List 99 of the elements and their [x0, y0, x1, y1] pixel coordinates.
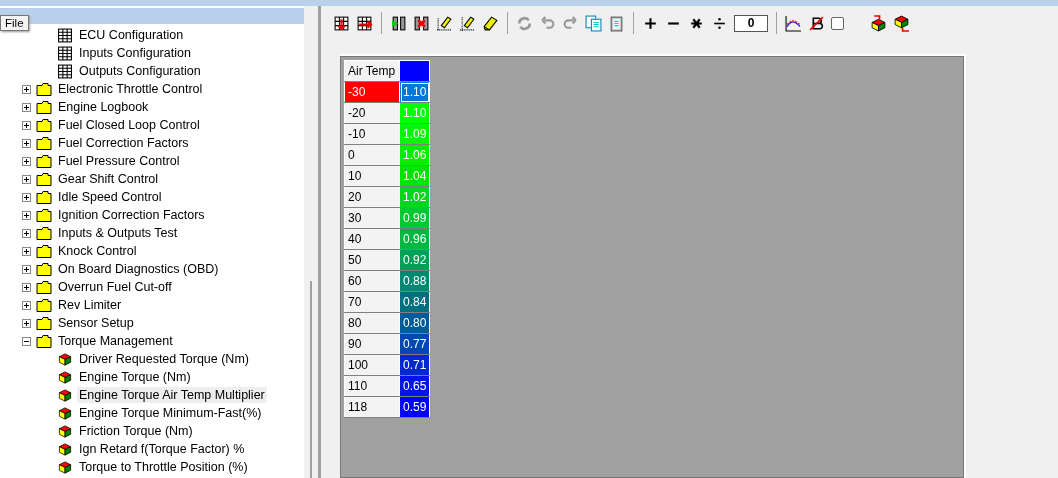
- expand-toggle-icon[interactable]: [22, 264, 31, 274]
- expand-toggle-icon[interactable]: [22, 282, 31, 292]
- axis-cell[interactable]: 50: [344, 249, 400, 271]
- eraser-icon[interactable]: [482, 14, 499, 32]
- tree-item[interactable]: Knock Control: [56, 243, 139, 259]
- expand-toggle-icon[interactable]: [22, 336, 31, 346]
- tree-item[interactable]: Rev Limiter: [56, 297, 124, 313]
- tree-item[interactable]: Engine Torque (Nm): [77, 369, 193, 385]
- expand-toggle-icon[interactable]: [22, 228, 31, 238]
- folder-icon: [36, 315, 52, 331]
- axis-cell[interactable]: 60: [344, 270, 400, 292]
- tree-item[interactable]: Idle Speed Control: [56, 189, 164, 205]
- expand-toggle-icon[interactable]: [22, 138, 31, 148]
- tree-item[interactable]: Overrun Fuel Cut-off: [56, 279, 174, 295]
- axis-cell[interactable]: 90: [344, 333, 400, 355]
- insert-row-icon[interactable]: [333, 14, 350, 32]
- folder-icon: [36, 189, 52, 205]
- axis-cell[interactable]: 118: [344, 396, 400, 418]
- axis-cell[interactable]: 0: [344, 144, 400, 166]
- tree-item[interactable]: Fuel Correction Factors: [56, 135, 191, 151]
- value-input-field[interactable]: 0: [734, 14, 768, 32]
- table-icon: [57, 63, 73, 79]
- folder-icon: [36, 117, 52, 133]
- tree-item[interactable]: Ignition Correction Factors: [56, 207, 207, 223]
- insert-column-icon[interactable]: [356, 14, 373, 32]
- checkbox[interactable]: [831, 16, 844, 30]
- cube-arrow-icon[interactable]: [870, 14, 887, 32]
- tree-item[interactable]: Driver Requested Torque (Nm): [77, 351, 251, 367]
- tree-item[interactable]: Engine Logbook: [56, 99, 151, 115]
- folder-icon: [36, 81, 52, 97]
- axis-cell[interactable]: 70: [344, 291, 400, 313]
- axis-cell[interactable]: 30: [344, 207, 400, 229]
- expand-toggle-icon[interactable]: [22, 318, 31, 328]
- folder-icon: [36, 261, 52, 277]
- tree-item[interactable]: Engine Torque Air Temp Multiplier: [77, 387, 267, 403]
- folder-icon: [36, 279, 52, 295]
- tree-item[interactable]: Fuel Pressure Control: [56, 153, 182, 169]
- pencil-axis-icon[interactable]: [459, 14, 476, 32]
- axis-cell[interactable]: -30: [344, 81, 400, 103]
- expand-toggle-icon[interactable]: [22, 120, 31, 130]
- folder-icon: [36, 207, 52, 223]
- folder-icon: [36, 243, 52, 259]
- expand-toggle-icon[interactable]: [22, 174, 31, 184]
- tree-item[interactable]: Outputs Configuration: [77, 63, 203, 79]
- expand-toggle-icon[interactable]: [22, 156, 31, 166]
- play-bars-icon[interactable]: [390, 14, 407, 32]
- axis-cell[interactable]: 10: [344, 165, 400, 187]
- tree-item[interactable]: Gear Shift Control: [56, 171, 161, 187]
- folder-icon: [36, 225, 52, 241]
- column-header: Air Temp: [344, 60, 400, 82]
- expand-toggle-icon[interactable]: [22, 192, 31, 202]
- expand-toggle-icon[interactable]: [22, 300, 31, 310]
- folder-icon: [36, 171, 52, 187]
- tree-item[interactable]: Friction Torque (Nm): [77, 423, 195, 439]
- tree-item[interactable]: ECU Configuration: [77, 27, 186, 43]
- pencil-axis-icon[interactable]: [436, 14, 453, 32]
- cube-icon: [57, 405, 73, 421]
- axis-cell[interactable]: -20: [344, 102, 400, 124]
- expand-toggle-icon[interactable]: [22, 210, 31, 220]
- tooltip: File: [0, 15, 29, 31]
- tree-item[interactable]: Inputs Configuration: [77, 45, 193, 61]
- table-icon: [57, 45, 73, 61]
- cube-icon: [57, 387, 73, 403]
- cube-icon: [57, 351, 73, 367]
- tree-item[interactable]: Torque to Throttle Position (%): [77, 459, 250, 475]
- crossed-b-icon[interactable]: [808, 14, 825, 32]
- axis-cell[interactable]: 80: [344, 312, 400, 334]
- expand-toggle-icon[interactable]: [22, 102, 31, 112]
- cube-icon: [57, 459, 73, 475]
- paste-icon[interactable]: [608, 14, 625, 32]
- expand-toggle-icon[interactable]: [22, 84, 31, 94]
- tree-item[interactable]: Fuel Closed Loop Control: [56, 117, 202, 133]
- cube-icon: [57, 441, 73, 457]
- tree-item[interactable]: Torque Management: [56, 333, 175, 349]
- axis-cell[interactable]: -10: [344, 123, 400, 145]
- graph-icon[interactable]: [785, 14, 802, 32]
- folder-icon: [36, 153, 52, 169]
- axis-cell[interactable]: 110: [344, 375, 400, 397]
- table-icon: [57, 27, 73, 43]
- delete-bars-icon[interactable]: [413, 14, 430, 32]
- cube-icon: [57, 369, 73, 385]
- tree-item[interactable]: Sensor Setup: [56, 315, 136, 331]
- folder-icon: [36, 99, 52, 115]
- axis-cell[interactable]: 40: [344, 228, 400, 250]
- expand-toggle-icon[interactable]: [22, 246, 31, 256]
- axis-cell[interactable]: 100: [344, 354, 400, 376]
- folder-icon: [36, 135, 52, 151]
- axis-cell[interactable]: 20: [344, 186, 400, 208]
- tree-item[interactable]: Electronic Throttle Control: [56, 81, 205, 97]
- color-header: [399, 60, 430, 82]
- tree-item[interactable]: Engine Torque Minimum-Fast(%): [77, 405, 264, 421]
- cube-icon: [57, 423, 73, 439]
- tree-item[interactable]: Inputs & Outputs Test: [56, 225, 180, 241]
- cube-arrow-icon[interactable]: [893, 14, 910, 32]
- folder-icon: [36, 297, 52, 313]
- copy-icon[interactable]: [585, 14, 602, 32]
- folder-icon: [36, 333, 52, 349]
- tree-item[interactable]: On Board Diagnostics (OBD): [56, 261, 221, 277]
- tree-item[interactable]: Ign Retard f(Torque Factor) %: [77, 441, 247, 457]
